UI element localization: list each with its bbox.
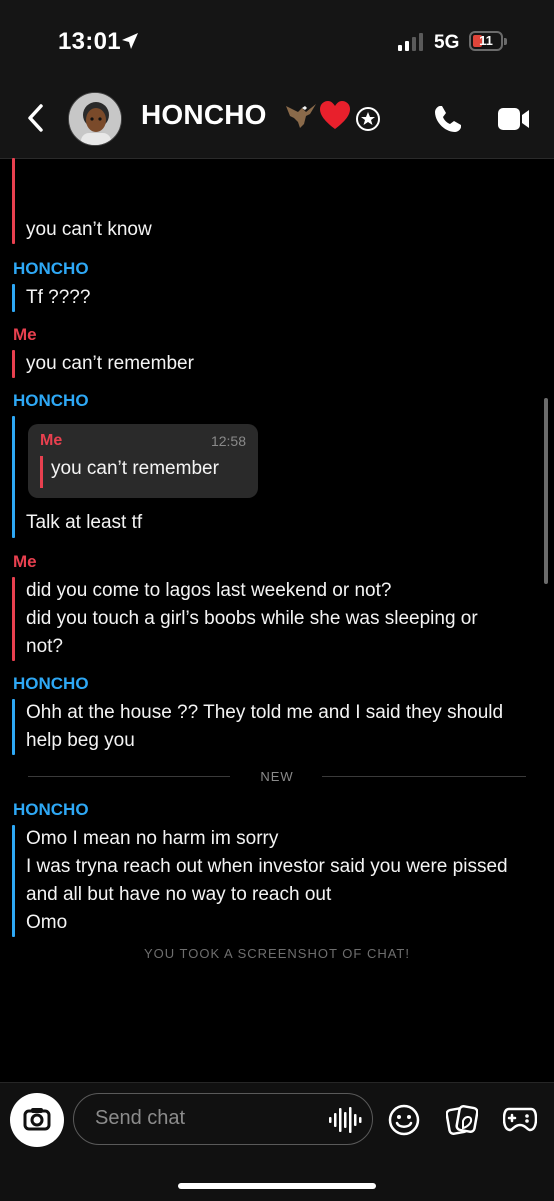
message-sender: Me [13, 325, 37, 344]
message-bar [12, 158, 15, 244]
chat-input[interactable]: Send chat [73, 1093, 373, 1145]
message-bar [12, 350, 15, 378]
screenshot-notice: YOU TOOK A SCREENSHOT OF CHAT! [144, 946, 410, 961]
location-arrow-icon [122, 33, 138, 49]
message-text: Talk at least tf [26, 512, 143, 533]
message-bar [12, 699, 15, 755]
eagle-icon [286, 104, 316, 128]
message-bar [12, 825, 15, 937]
battery-nub [504, 38, 507, 45]
message-text: I was tryna reach out when investor said… [26, 856, 508, 877]
status-time: 13:01 [58, 28, 121, 55]
bitmoji-avatar-icon [69, 93, 121, 145]
battery-indicator: 11 [469, 31, 507, 51]
new-divider-right [322, 776, 526, 777]
message-sender: Me [13, 552, 37, 571]
camera-icon [23, 1108, 51, 1131]
message-text: and all but have no way to reach out [26, 884, 332, 905]
quoted-text: you can’t remember [51, 458, 219, 479]
voice-note-icon[interactable] [328, 1106, 362, 1134]
message-text: Omo I mean no harm im sorry [26, 828, 279, 849]
message-text: did you touch a girl’s boobs while she w… [26, 608, 478, 629]
quoted-message[interactable]: Me 12:58 you can’t remember [28, 424, 258, 498]
message-bar [12, 416, 15, 538]
quoted-time: 12:58 [210, 433, 246, 449]
message-sender: HONCHO [13, 800, 89, 819]
message-text: not? [26, 636, 63, 657]
message-bar [12, 577, 15, 661]
chat-input-placeholder: Send chat [95, 1107, 186, 1129]
chat-header: HONCHO [0, 84, 554, 159]
quoted-sender: Me [40, 432, 63, 449]
star-badge-icon [356, 107, 380, 131]
memories-icon[interactable] [446, 1103, 478, 1137]
phone-call-icon[interactable] [432, 103, 464, 135]
message-sender: HONCHO [13, 259, 89, 278]
message-text: help beg you [26, 730, 135, 751]
quoted-bar [40, 456, 43, 488]
message-text: Tf ???? [26, 287, 91, 308]
message-text: Ohh at the house ?? They told me and I s… [26, 702, 504, 723]
scrollbar[interactable] [544, 398, 548, 584]
heart-icon [320, 101, 350, 129]
message-text: did you come to lagos last weekend or no… [26, 580, 392, 601]
avatar[interactable] [68, 92, 122, 146]
game-controller-icon[interactable] [503, 1105, 537, 1133]
battery-level: 11 [479, 33, 493, 48]
composer-bar: Send chat [0, 1082, 554, 1201]
contact-name[interactable]: HONCHO [141, 99, 267, 131]
home-indicator[interactable] [178, 1183, 376, 1189]
message-sender: HONCHO [13, 674, 89, 693]
network-type: 5G [434, 32, 460, 53]
message-text: you can’t know [26, 219, 152, 240]
message-sender: HONCHO [13, 391, 89, 410]
signal-bars-icon [398, 33, 423, 51]
emoji-icon[interactable] [387, 1103, 421, 1137]
camera-button[interactable] [10, 1093, 64, 1147]
message-text: you can’t remember [26, 353, 194, 374]
video-call-icon[interactable] [497, 106, 531, 132]
back-chevron-icon[interactable] [24, 102, 46, 134]
message-text: Omo [26, 912, 68, 933]
chat-body[interactable]: you can’t know HONCHO Tf ???? Me you can… [0, 158, 554, 1082]
status-bar: 13:01 5G 11 [0, 0, 554, 84]
message-bar [12, 284, 15, 312]
